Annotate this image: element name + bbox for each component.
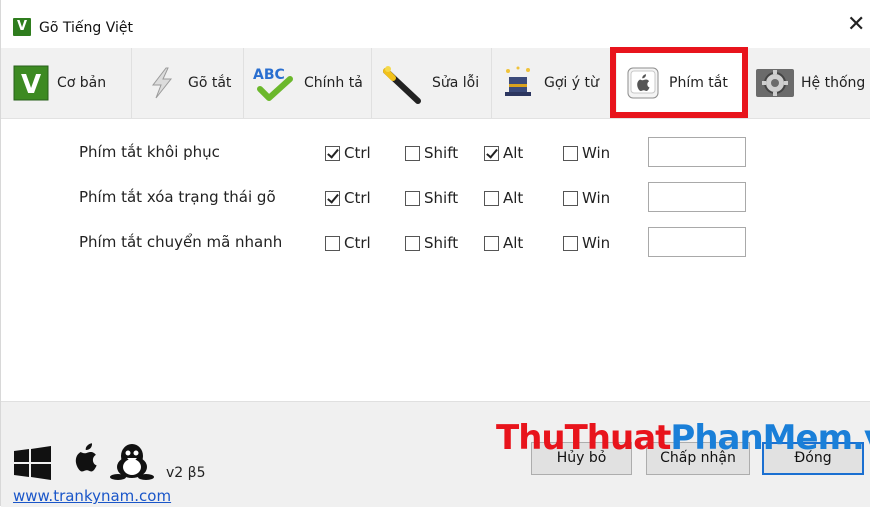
- row-label: Phím tắt khôi phục: [79, 143, 220, 161]
- tab-bar: V Cơ bản Gõ tắt ABC Chính tả Sửa lỗi Gợi…: [1, 48, 870, 119]
- footer: v2 β5 www.trankynam.com Hủy bỏ Chấp nhận…: [1, 401, 870, 507]
- checkbox-box: [563, 190, 578, 206]
- title-bar: V Gõ Tiếng Việt ✕: [1, 0, 870, 46]
- checkbox-label: Shift: [424, 234, 459, 252]
- lightning-icon: [144, 65, 180, 101]
- checkbox-label: Win: [582, 234, 611, 252]
- shortcut-settings-panel: Phím tắt khôi phục Ctrl Shift Alt Win Ph…: [1, 119, 870, 401]
- tab-label: Gợi ý từ: [544, 75, 599, 91]
- shortcut-key-input[interactable]: [648, 182, 746, 212]
- tab-label: Phím tắt: [669, 75, 728, 91]
- svg-text:V: V: [21, 70, 41, 100]
- ctrl-checkbox[interactable]: Ctrl: [325, 189, 371, 207]
- linux-tux-icon: [109, 442, 155, 484]
- checkbox-box: [484, 145, 499, 161]
- shortcut-row-switch-encoding: Phím tắt chuyển mã nhanh Ctrl Shift Alt …: [1, 227, 870, 257]
- shortcut-key-input[interactable]: [648, 137, 746, 167]
- tab-label: Sửa lỗi: [432, 75, 480, 91]
- checkbox-label: Shift: [424, 144, 459, 162]
- checkbox-label: Ctrl: [344, 189, 371, 207]
- win-checkbox[interactable]: Win: [563, 189, 610, 207]
- checkbox-box: [563, 145, 578, 161]
- checkbox-box: [405, 190, 420, 206]
- alt-checkbox[interactable]: Alt: [484, 189, 523, 207]
- checkbox-label: Alt: [503, 234, 524, 252]
- svg-text:ABC: ABC: [253, 67, 285, 83]
- shortcut-row-restore: Phím tắt khôi phục Ctrl Shift Alt Win: [1, 137, 870, 167]
- checkbox-box: [405, 235, 420, 251]
- win-checkbox[interactable]: Win: [563, 234, 610, 252]
- shortcut-key-input[interactable]: [648, 227, 746, 257]
- alt-checkbox[interactable]: Alt: [484, 144, 523, 162]
- win-checkbox[interactable]: Win: [563, 144, 610, 162]
- tab-label: Chính tả: [304, 75, 363, 91]
- shift-checkbox[interactable]: Shift: [405, 144, 458, 162]
- checkbox-label: Win: [582, 144, 611, 162]
- checkbox-box: [405, 145, 420, 161]
- tab-label: Cơ bản: [57, 75, 107, 91]
- checkbox-box: [325, 145, 340, 161]
- version-label: v2 β5: [166, 465, 206, 481]
- v-logo-icon: V: [13, 65, 49, 101]
- ctrl-checkbox[interactable]: Ctrl: [325, 144, 371, 162]
- checkbox-box: [325, 235, 340, 251]
- shift-checkbox[interactable]: Shift: [405, 234, 458, 252]
- tab-label: Gõ tắt: [188, 75, 232, 91]
- tab-phim-tat[interactable]: Phím tắt: [617, 48, 747, 118]
- app-logo-icon: V: [13, 18, 31, 36]
- checkbox-box: [325, 190, 340, 206]
- checkbox-label: Ctrl: [344, 144, 371, 162]
- shift-checkbox[interactable]: Shift: [405, 189, 458, 207]
- checkbox-box: [484, 190, 499, 206]
- close-icon[interactable]: ✕: [847, 14, 865, 36]
- checkbox-box: [563, 235, 578, 251]
- gear-icon: [755, 65, 795, 101]
- checkbox-label: Shift: [424, 189, 459, 207]
- row-label: Phím tắt chuyển mã nhanh: [79, 233, 283, 251]
- main-window: V Gõ Tiếng Việt ✕ V Cơ bản Gõ tắt ABC Ch…: [0, 0, 870, 507]
- checkbox-label: Alt: [503, 189, 524, 207]
- cancel-button[interactable]: Hủy bỏ: [531, 442, 632, 475]
- alt-checkbox[interactable]: Alt: [484, 234, 523, 252]
- close-button[interactable]: Đóng: [762, 442, 864, 475]
- apple-key-icon: [625, 65, 661, 101]
- accept-button[interactable]: Chấp nhận: [646, 442, 750, 475]
- tab-sua-loi[interactable]: Sửa lỗi: [372, 48, 492, 118]
- windows-icon: [13, 446, 53, 484]
- ctrl-checkbox[interactable]: Ctrl: [325, 234, 371, 252]
- window-title: Gõ Tiếng Việt: [39, 20, 133, 36]
- tab-co-ban[interactable]: V Cơ bản: [13, 48, 132, 118]
- checkbox-label: Ctrl: [344, 234, 371, 252]
- tab-chinh-ta[interactable]: ABC Chính tả: [244, 48, 372, 118]
- shortcut-row-clear-state: Phím tắt xóa trạng thái gõ Ctrl Shift Al…: [1, 182, 870, 212]
- tab-label: Hệ thống: [801, 75, 866, 91]
- tab-go-tat[interactable]: Gõ tắt: [132, 48, 244, 118]
- row-label: Phím tắt xóa trạng thái gõ: [79, 188, 276, 206]
- magic-wand-icon: [380, 65, 424, 104]
- tab-he-thong[interactable]: Hệ thống: [751, 48, 870, 118]
- abc-check-icon: ABC: [252, 65, 296, 101]
- checkbox-box: [484, 235, 499, 251]
- homepage-link[interactable]: www.trankynam.com: [13, 487, 171, 505]
- checkbox-label: Win: [582, 189, 611, 207]
- checkbox-label: Alt: [503, 144, 524, 162]
- wizard-hat-icon: [500, 65, 536, 101]
- apple-icon: [67, 443, 101, 485]
- tab-goi-y-tu[interactable]: Gợi ý từ: [492, 48, 612, 118]
